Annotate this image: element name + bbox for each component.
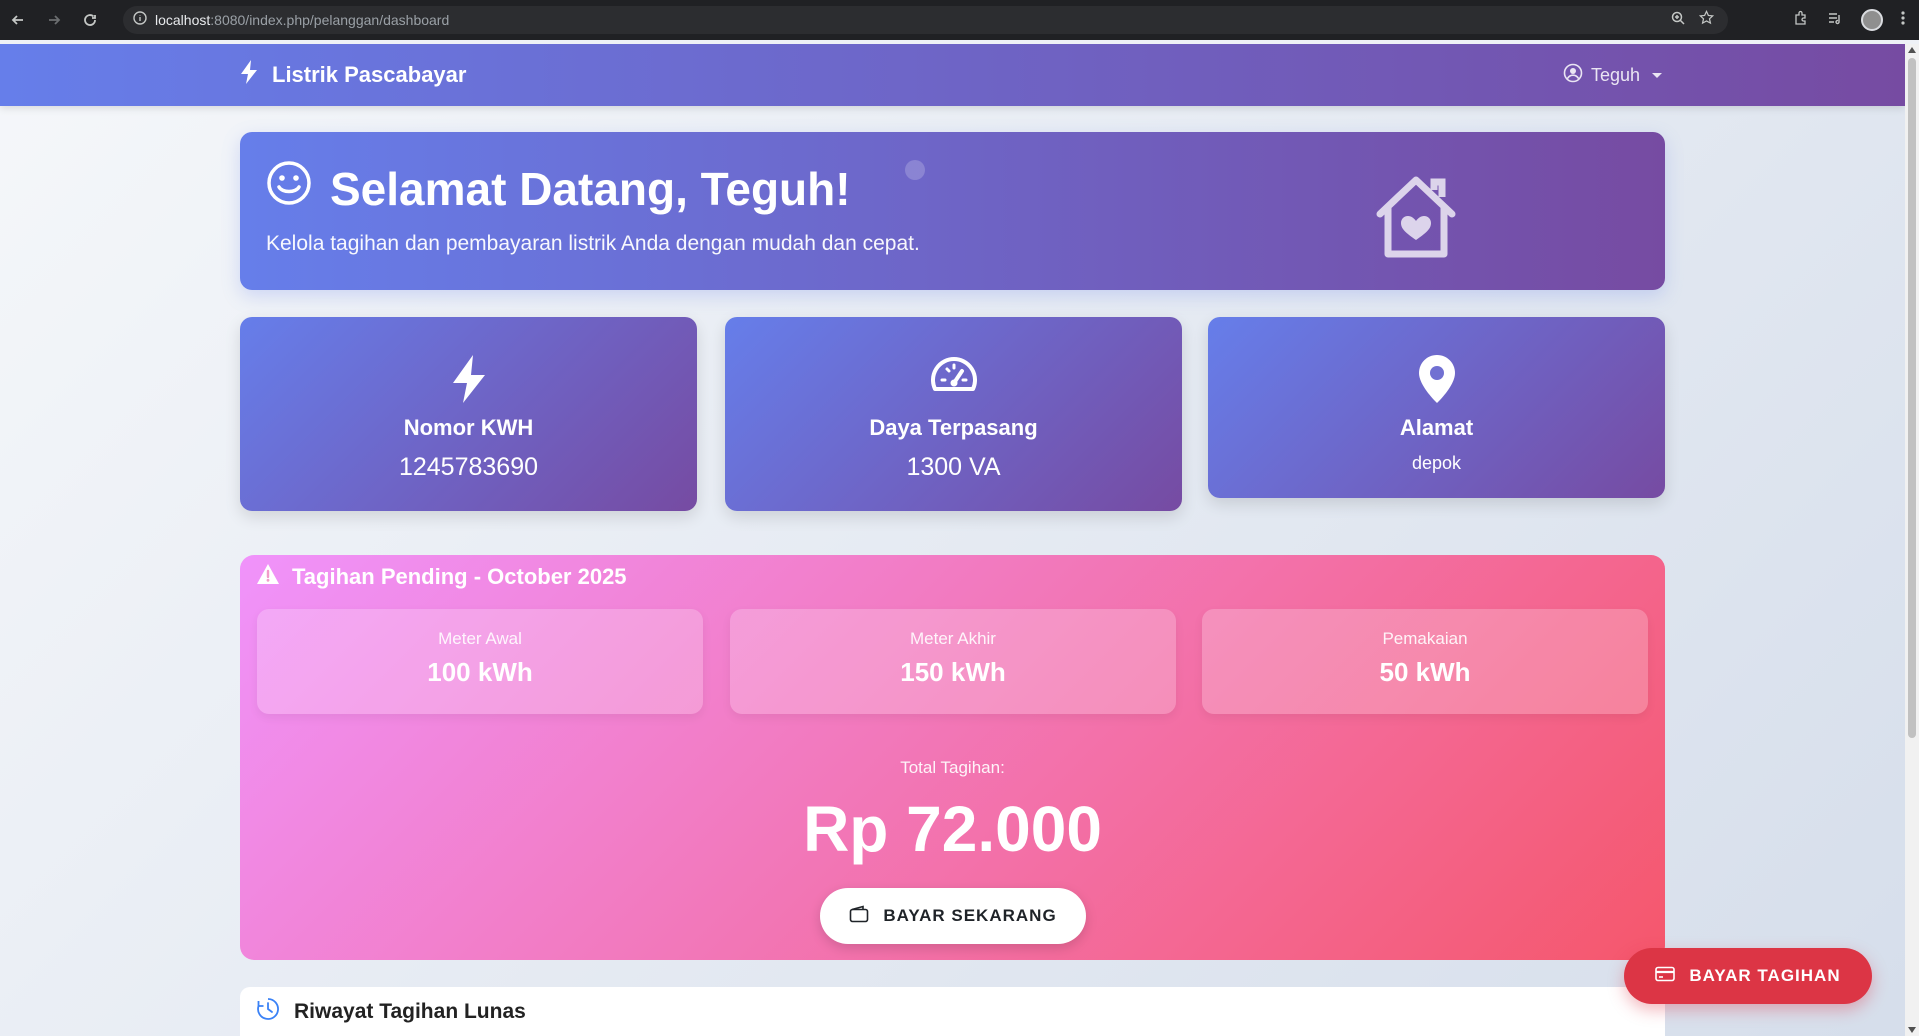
menu-kebab-icon[interactable] <box>1901 10 1905 31</box>
welcome-title-row: Selamat Datang, Teguh! <box>266 160 851 217</box>
media-controls-icon[interactable] <box>1827 10 1843 31</box>
info-card-label: Alamat <box>1399 415 1474 440</box>
pay-now-button[interactable]: BAYAR SEKARANG <box>820 888 1086 944</box>
house-heart-icon <box>1372 174 1460 265</box>
zoom-icon[interactable] <box>1671 11 1685 30</box>
floating-pay-bill-button[interactable]: BAYAR TAGIHAN <box>1624 948 1872 1004</box>
address-bar[interactable]: localhost:8080/index.php/pelanggan/dashb… <box>123 6 1728 34</box>
reload-icon[interactable] <box>72 0 108 40</box>
brand-label: Listrik Pascabayar <box>272 62 467 87</box>
info-card-value: 1300 VA <box>906 453 1001 481</box>
info-card-label: Nomor KWH <box>403 415 534 440</box>
bookmark-star-icon[interactable] <box>1698 9 1715 30</box>
info-card-value: depok <box>1411 453 1462 473</box>
info-card-label: Daya Terpasang <box>869 415 1038 440</box>
welcome-subtitle: Kelola tagihan dan pembayaran listrik An… <box>266 232 920 255</box>
user-circle-icon <box>1563 63 1583 88</box>
paid-history-card: Riwayat Tagihan Lunas <box>240 987 1665 1036</box>
pending-bill-card: Tagihan Pending - October 2025 Meter Awa… <box>240 555 1665 960</box>
page-viewport: Listrik Pascabayar Teguh Selamat Datang,… <box>0 44 1905 1036</box>
pemakaian-box: Pemakaian 50 kWh <box>1202 609 1648 714</box>
history-header: Riwayat Tagihan Lunas <box>256 987 526 1036</box>
page-scrollbar[interactable] <box>1905 44 1919 1036</box>
navbar-brand[interactable]: Listrik Pascabayar <box>240 44 466 106</box>
info-card-kwh: Nomor KWH 1245783690 <box>240 317 697 511</box>
forward-icon[interactable] <box>36 0 72 40</box>
scrollbar-thumb[interactable] <box>1908 58 1916 738</box>
info-card-alamat: Alamat depok <box>1208 317 1665 498</box>
scroll-down-arrow-icon[interactable] <box>1908 1027 1916 1033</box>
credit-card-icon <box>1655 966 1676 987</box>
url-path: :8080/index.php/pelanggan/dashboard <box>210 12 450 28</box>
site-info-icon[interactable] <box>133 10 147 30</box>
extensions-icon[interactable] <box>1793 10 1809 31</box>
meter-awal-box: Meter Awal 100 kWh <box>257 609 703 714</box>
chevron-down-icon <box>1652 72 1663 78</box>
meter-value: 100 kWh <box>427 657 533 687</box>
meter-akhir-box: Meter Akhir 150 kWh <box>730 609 1176 714</box>
info-card-daya: Daya Terpasang 1300 VA <box>725 317 1182 511</box>
user-name: Teguh <box>1591 64 1641 85</box>
meter-value: 150 kWh <box>900 657 1006 687</box>
total-label: Total Tagihan: <box>900 758 1005 777</box>
meter-label: Pemakaian <box>1382 629 1468 648</box>
fab-label: BAYAR TAGIHAN <box>1689 966 1841 985</box>
profile-avatar[interactable] <box>1861 9 1883 31</box>
meter-value: 50 kWh <box>1379 657 1471 687</box>
url-host: localhost <box>155 12 211 28</box>
url-text: localhost:8080/index.php/pelanggan/dashb… <box>155 12 449 28</box>
user-dropdown[interactable]: Teguh <box>1563 44 1663 106</box>
bolt-icon <box>240 355 697 405</box>
total-amount: Rp 72.000 <box>803 793 1102 865</box>
back-icon[interactable] <box>0 0 36 40</box>
pay-now-label: BAYAR SEKARANG <box>883 906 1057 925</box>
welcome-banner: Selamat Datang, Teguh! Kelola tagihan da… <box>240 132 1665 290</box>
meter-label: Meter Awal <box>438 629 522 648</box>
info-card-value: 1245783690 <box>398 453 539 481</box>
welcome-title: Selamat Datang, Teguh! <box>330 162 851 215</box>
scroll-up-arrow-icon[interactable] <box>1908 47 1916 53</box>
browser-toolbar: localhost:8080/index.php/pelanggan/dashb… <box>0 0 1919 40</box>
map-pin-icon <box>1208 355 1665 405</box>
wallet-icon <box>849 904 869 928</box>
bolt-icon <box>240 60 258 90</box>
history-title: Riwayat Tagihan Lunas <box>294 1000 526 1023</box>
meter-label: Meter Akhir <box>910 629 996 648</box>
smile-icon <box>266 160 312 217</box>
pending-title: Tagihan Pending - October 2025 <box>292 564 627 589</box>
clock-history-icon <box>256 997 280 1027</box>
speedometer-icon <box>725 355 1182 405</box>
warning-triangle-icon <box>256 563 280 591</box>
top-navbar: Listrik Pascabayar Teguh <box>0 44 1905 106</box>
pending-header: Tagihan Pending - October 2025 <box>256 555 627 599</box>
decorative-circle <box>905 160 925 180</box>
